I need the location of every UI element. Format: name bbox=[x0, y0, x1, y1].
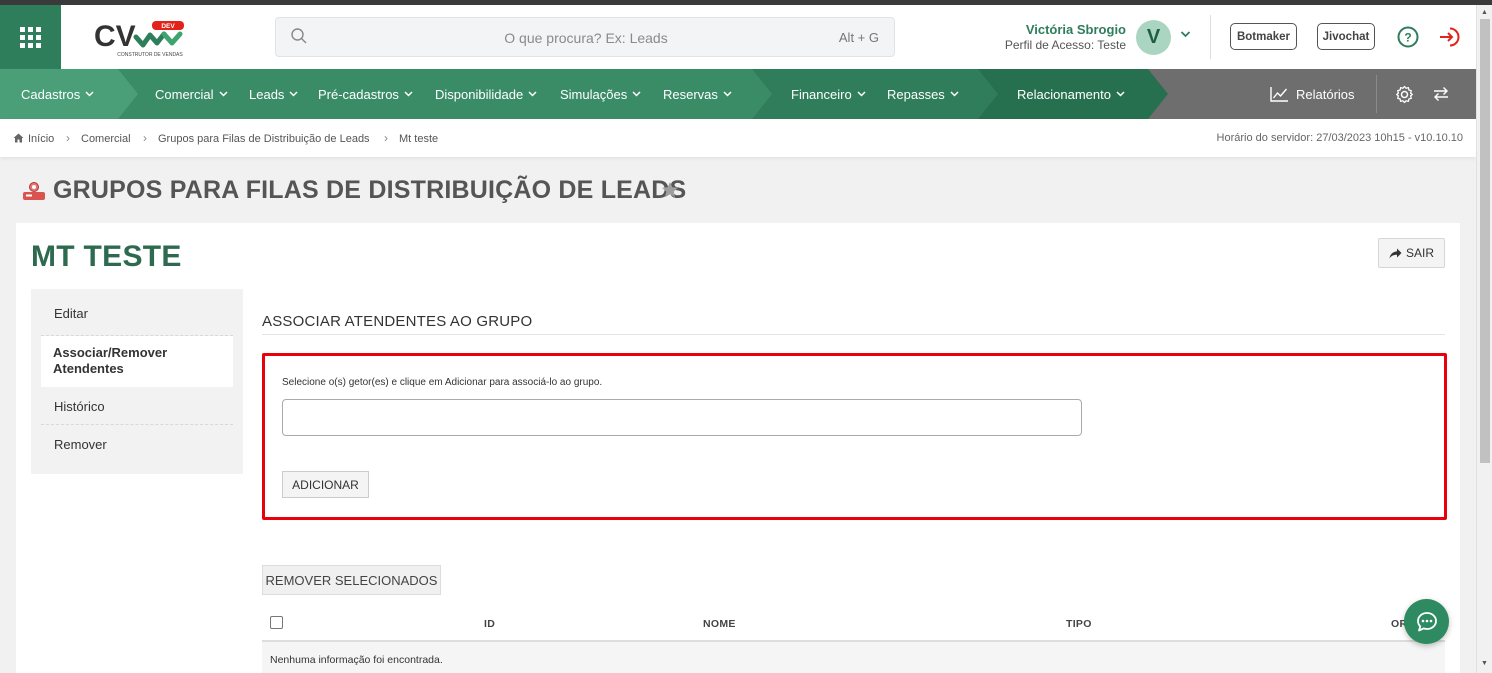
share-arrow-icon bbox=[1389, 248, 1402, 258]
chevron-right-icon: › bbox=[143, 131, 147, 145]
global-search[interactable]: O que procura? Ex: Leads Alt + G bbox=[275, 17, 895, 57]
select-all-checkbox[interactable] bbox=[270, 616, 283, 629]
user-profile: Perfil de Acesso: Teste bbox=[1004, 38, 1126, 52]
nav-disponibilidade[interactable]: Disponibilidade bbox=[435, 69, 537, 119]
chevron-down-icon bbox=[85, 91, 94, 97]
column-header-id[interactable]: ID bbox=[484, 618, 495, 630]
nav-divider bbox=[1376, 75, 1377, 113]
add-button[interactable]: ADICIONAR bbox=[282, 471, 369, 498]
search-placeholder: O que procura? Ex: Leads bbox=[504, 30, 668, 46]
jivochat-button[interactable]: Jivochat bbox=[1317, 23, 1375, 50]
header-divider bbox=[1210, 15, 1211, 59]
main-nav: Cadastros Comercial Leads Pré-cadastros … bbox=[0, 69, 1476, 119]
svg-text:?: ? bbox=[1404, 31, 1411, 45]
breadcrumb-current: Mt teste bbox=[399, 133, 439, 145]
side-divider bbox=[41, 424, 233, 425]
line-chart-icon bbox=[1270, 87, 1288, 102]
help-icon[interactable]: ? bbox=[1397, 26, 1419, 48]
chevron-down-icon bbox=[1116, 91, 1125, 97]
apps-menu-button[interactable] bbox=[0, 5, 61, 69]
nav-financeiro[interactable]: Financeiro bbox=[791, 69, 866, 119]
queue-icon bbox=[23, 182, 45, 200]
svg-text:CV: CV bbox=[94, 20, 136, 53]
chevron-down-icon bbox=[950, 91, 959, 97]
nav-relatorios[interactable]: Relatórios bbox=[1270, 69, 1355, 119]
side-item-historico[interactable]: Histórico bbox=[41, 399, 233, 417]
breadcrumb: Início › Comercial › Grupos para Filas d… bbox=[0, 119, 1476, 157]
grid-icon bbox=[20, 26, 41, 48]
chevron-down-icon bbox=[404, 91, 413, 97]
remove-selected-button[interactable]: REMOVER SELECIONADOS bbox=[262, 565, 441, 595]
swap-icon[interactable] bbox=[1433, 86, 1449, 102]
exit-button[interactable]: SAIR bbox=[1378, 238, 1445, 268]
scroll-down-icon[interactable]: ▼ bbox=[1481, 660, 1488, 667]
nav-simulacoes[interactable]: Simulações bbox=[560, 69, 641, 119]
chevron-down-icon bbox=[857, 91, 866, 97]
chevron-down-icon bbox=[528, 91, 537, 97]
avatar[interactable]: V bbox=[1136, 20, 1171, 55]
server-time: Horário do servidor: 27/03/2023 10h15 - … bbox=[1216, 132, 1463, 144]
svg-text:DEV: DEV bbox=[161, 23, 175, 30]
nav-leads[interactable]: Leads bbox=[249, 69, 298, 119]
breadcrumb-grupos[interactable]: Grupos para Filas de Distribuição de Lea… bbox=[158, 133, 370, 145]
chat-bubble-icon bbox=[1416, 611, 1437, 631]
nav-reservas[interactable]: Reservas bbox=[663, 69, 732, 119]
user-name[interactable]: Victória Sbrogio bbox=[1026, 22, 1126, 37]
scrollbar-thumb[interactable] bbox=[1480, 19, 1490, 463]
chevron-down-icon bbox=[218, 91, 228, 97]
cv-logo[interactable]: CV DEV CONSTRUTOR DE VENDAS bbox=[92, 17, 192, 59]
section-divider bbox=[262, 334, 1445, 335]
side-item-editar[interactable]: Editar bbox=[41, 306, 233, 324]
column-header-tipo[interactable]: TIPO bbox=[1066, 618, 1092, 630]
star-icon[interactable] bbox=[661, 181, 679, 199]
chevron-right-icon: › bbox=[384, 131, 388, 145]
page-title: GRUPOS PARA FILAS DE DISTRIBUIÇÃO DE LEA… bbox=[53, 176, 687, 204]
chevron-down-icon bbox=[632, 91, 641, 97]
svg-text:CONSTRUTOR DE VENDAS: CONSTRUTOR DE VENDAS bbox=[117, 52, 183, 58]
page-scrollbar[interactable]: ▲ ▼ bbox=[1476, 5, 1492, 673]
chevron-down-icon[interactable] bbox=[1180, 30, 1191, 38]
side-item-remover[interactable]: Remover bbox=[41, 437, 233, 455]
section-title: ASSOCIAR ATENDENTES AO GRUPO bbox=[262, 313, 533, 330]
chevron-down-icon bbox=[723, 91, 732, 97]
breadcrumb-inicio[interactable]: Início bbox=[28, 133, 54, 145]
nav-cadastros[interactable]: Cadastros bbox=[21, 69, 94, 119]
nav-repasses[interactable]: Repasses bbox=[887, 69, 959, 119]
scroll-up-icon[interactable]: ▲ bbox=[1481, 9, 1488, 16]
home-icon bbox=[13, 133, 24, 143]
chevron-right-icon: › bbox=[66, 131, 70, 145]
side-item-associar-remover[interactable]: Associar/Remover Atendentes bbox=[41, 336, 233, 387]
breadcrumb-comercial[interactable]: Comercial bbox=[81, 133, 131, 145]
column-header-nome[interactable]: NOME bbox=[703, 618, 736, 630]
side-menu: Editar Associar/Remover Atendentes Histó… bbox=[31, 289, 243, 474]
instruction-text: Selecione o(s) getor(es) e clique em Adi… bbox=[282, 377, 603, 388]
nav-relacionamento[interactable]: Relacionamento bbox=[1017, 69, 1125, 119]
nav-pre-cadastros[interactable]: Pré-cadastros bbox=[318, 69, 413, 119]
record-title: MT TESTE bbox=[31, 240, 182, 273]
chat-button[interactable] bbox=[1404, 599, 1449, 644]
nav-comercial[interactable]: Comercial bbox=[155, 69, 228, 119]
attendant-select[interactable] bbox=[282, 399, 1082, 436]
gear-icon[interactable] bbox=[1395, 85, 1414, 104]
chevron-down-icon bbox=[289, 91, 298, 97]
logout-icon[interactable] bbox=[1438, 26, 1460, 48]
search-shortcut: Alt + G bbox=[838, 30, 879, 45]
top-header: CV DEV CONSTRUTOR DE VENDAS O que procur… bbox=[0, 5, 1476, 69]
botmaker-button[interactable]: Botmaker bbox=[1230, 23, 1297, 50]
empty-message: Nenhuma informação foi encontrada. bbox=[270, 654, 443, 666]
